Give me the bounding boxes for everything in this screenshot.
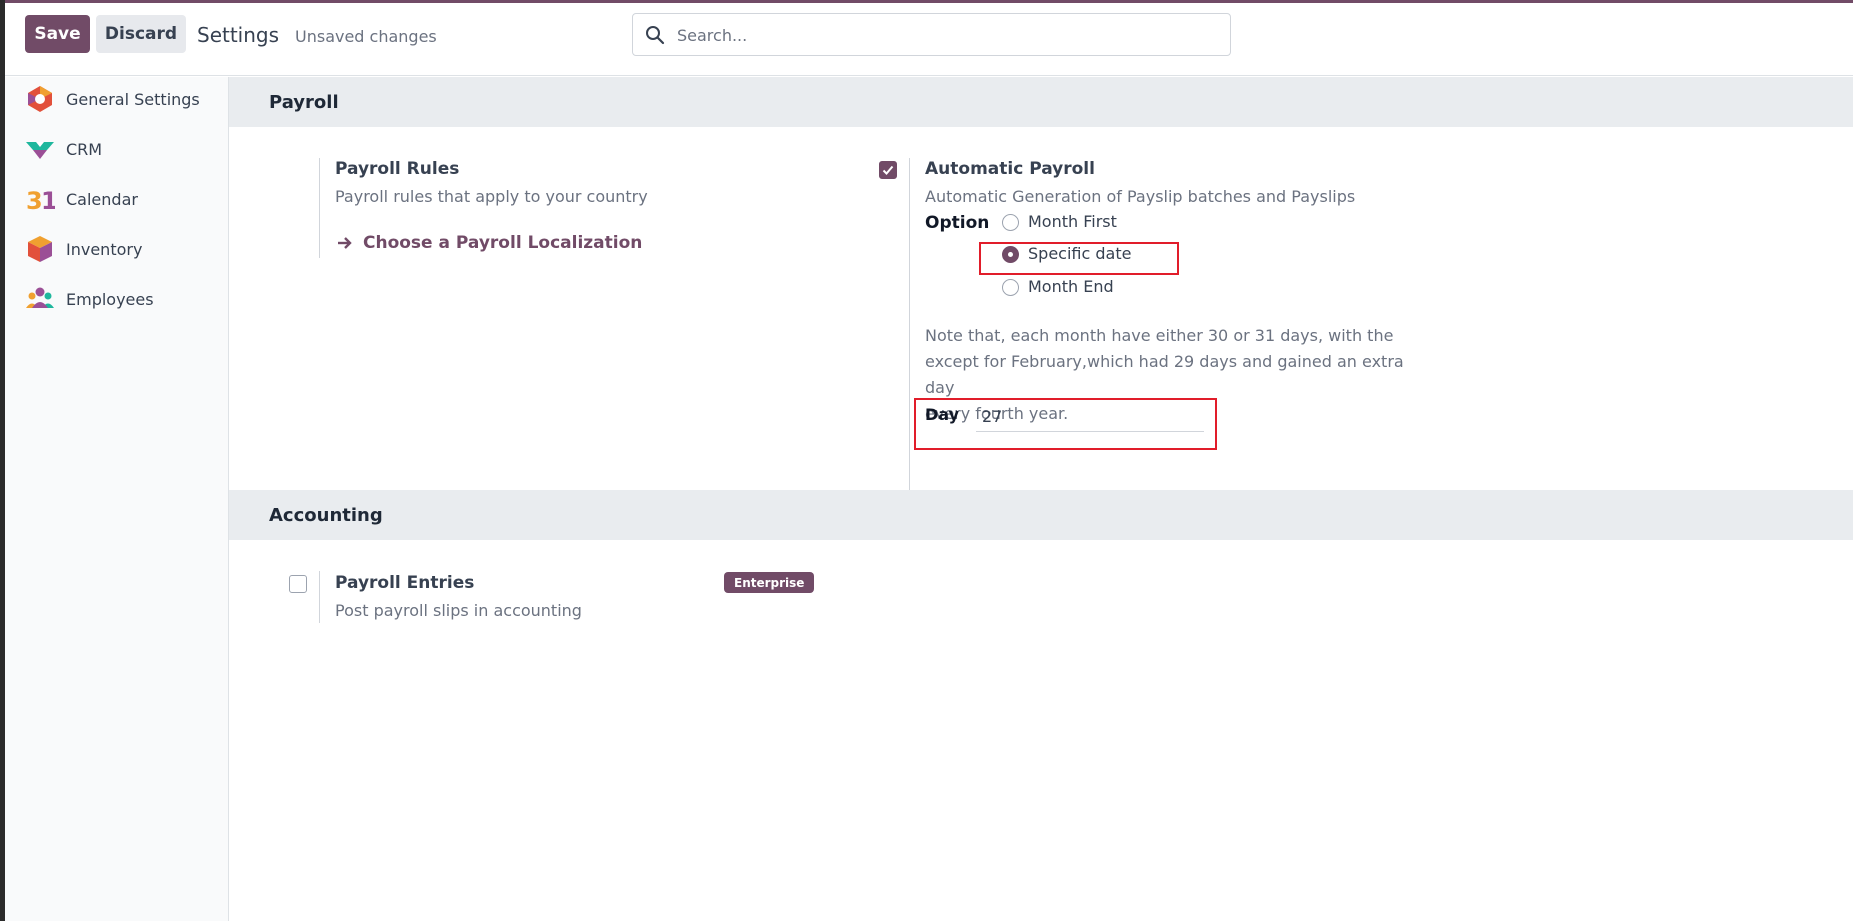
setting-divider — [319, 571, 320, 623]
radio-month-first[interactable] — [1002, 214, 1019, 231]
section-title: Accounting — [269, 504, 383, 526]
automatic-payroll-checkbox[interactable] — [879, 161, 897, 179]
sidebar-item-crm[interactable]: CRM — [5, 127, 229, 171]
unsaved-status: Unsaved changes — [295, 27, 437, 46]
odoo-hexagon-icon — [28, 86, 52, 112]
note-line: except for February,which had 29 days an… — [925, 352, 1404, 397]
settings-sidebar: General Settings CRM 3 1 Calendar Invent… — [5, 77, 229, 921]
setting-description: Post payroll slips in accounting — [335, 601, 582, 620]
setting-divider — [319, 158, 320, 258]
sidebar-item-calendar[interactable]: 3 1 Calendar — [5, 177, 229, 221]
control-panel: Save Discard Settings Unsaved changes — [5, 3, 1853, 76]
radio-month-end[interactable] — [1002, 279, 1019, 296]
section-header-accounting: Accounting — [229, 490, 1853, 540]
calendar-31-icon: 3 1 — [26, 187, 55, 214]
arrow-right-icon — [338, 237, 352, 249]
option-label: Option — [925, 213, 990, 233]
sidebar-item-inventory[interactable]: Inventory — [5, 227, 229, 271]
search-bar[interactable] — [632, 13, 1231, 56]
setting-description: Automatic Generation of Payslip batches … — [925, 187, 1356, 206]
settings-main: Payroll Payroll Rules Payroll rules that… — [229, 77, 1853, 921]
employees-icon — [26, 287, 54, 308]
check-icon — [882, 165, 894, 175]
setting-title: Payroll Entries — [335, 573, 475, 593]
discard-button[interactable]: Discard — [96, 15, 186, 53]
sidebar-item-label: Inventory — [66, 239, 143, 259]
crm-icon — [26, 142, 54, 159]
payroll-entries-checkbox[interactable] — [289, 575, 307, 593]
setting-divider — [909, 158, 910, 524]
page-title: Settings — [197, 23, 280, 47]
sidebar-item-employees[interactable]: Employees — [5, 277, 229, 321]
svg-text:1: 1 — [41, 187, 55, 214]
save-button[interactable]: Save — [25, 15, 90, 53]
sidebar-item-label: Employees — [66, 289, 154, 309]
highlight-box-specific-date — [979, 242, 1179, 275]
sidebar-item-label: General Settings — [66, 89, 200, 109]
section-title: Payroll — [269, 91, 339, 113]
search-icon — [646, 26, 665, 45]
link-label: Choose a Payroll Localization — [363, 233, 643, 253]
note-line: Note that, each month have either 30 or … — [925, 326, 1394, 345]
choose-localization-link[interactable]: Choose a Payroll Localization — [337, 233, 642, 253]
sidebar-item-general-settings[interactable]: General Settings — [5, 77, 229, 121]
sidebar-item-label: Calendar — [66, 189, 138, 209]
inventory-box-icon — [28, 236, 52, 262]
enterprise-badge: Enterprise — [724, 572, 815, 593]
section-header-payroll: Payroll — [229, 77, 1853, 127]
highlight-box-day — [914, 398, 1217, 450]
search-input[interactable] — [677, 20, 1217, 50]
setting-description: Payroll rules that apply to your country — [335, 187, 648, 206]
radio-label-month-end: Month End — [1028, 277, 1114, 296]
setting-title: Automatic Payroll — [925, 159, 1095, 179]
sidebar-item-label: CRM — [66, 139, 103, 159]
setting-title: Payroll Rules — [335, 159, 460, 179]
radio-label-month-first: Month First — [1028, 212, 1117, 231]
